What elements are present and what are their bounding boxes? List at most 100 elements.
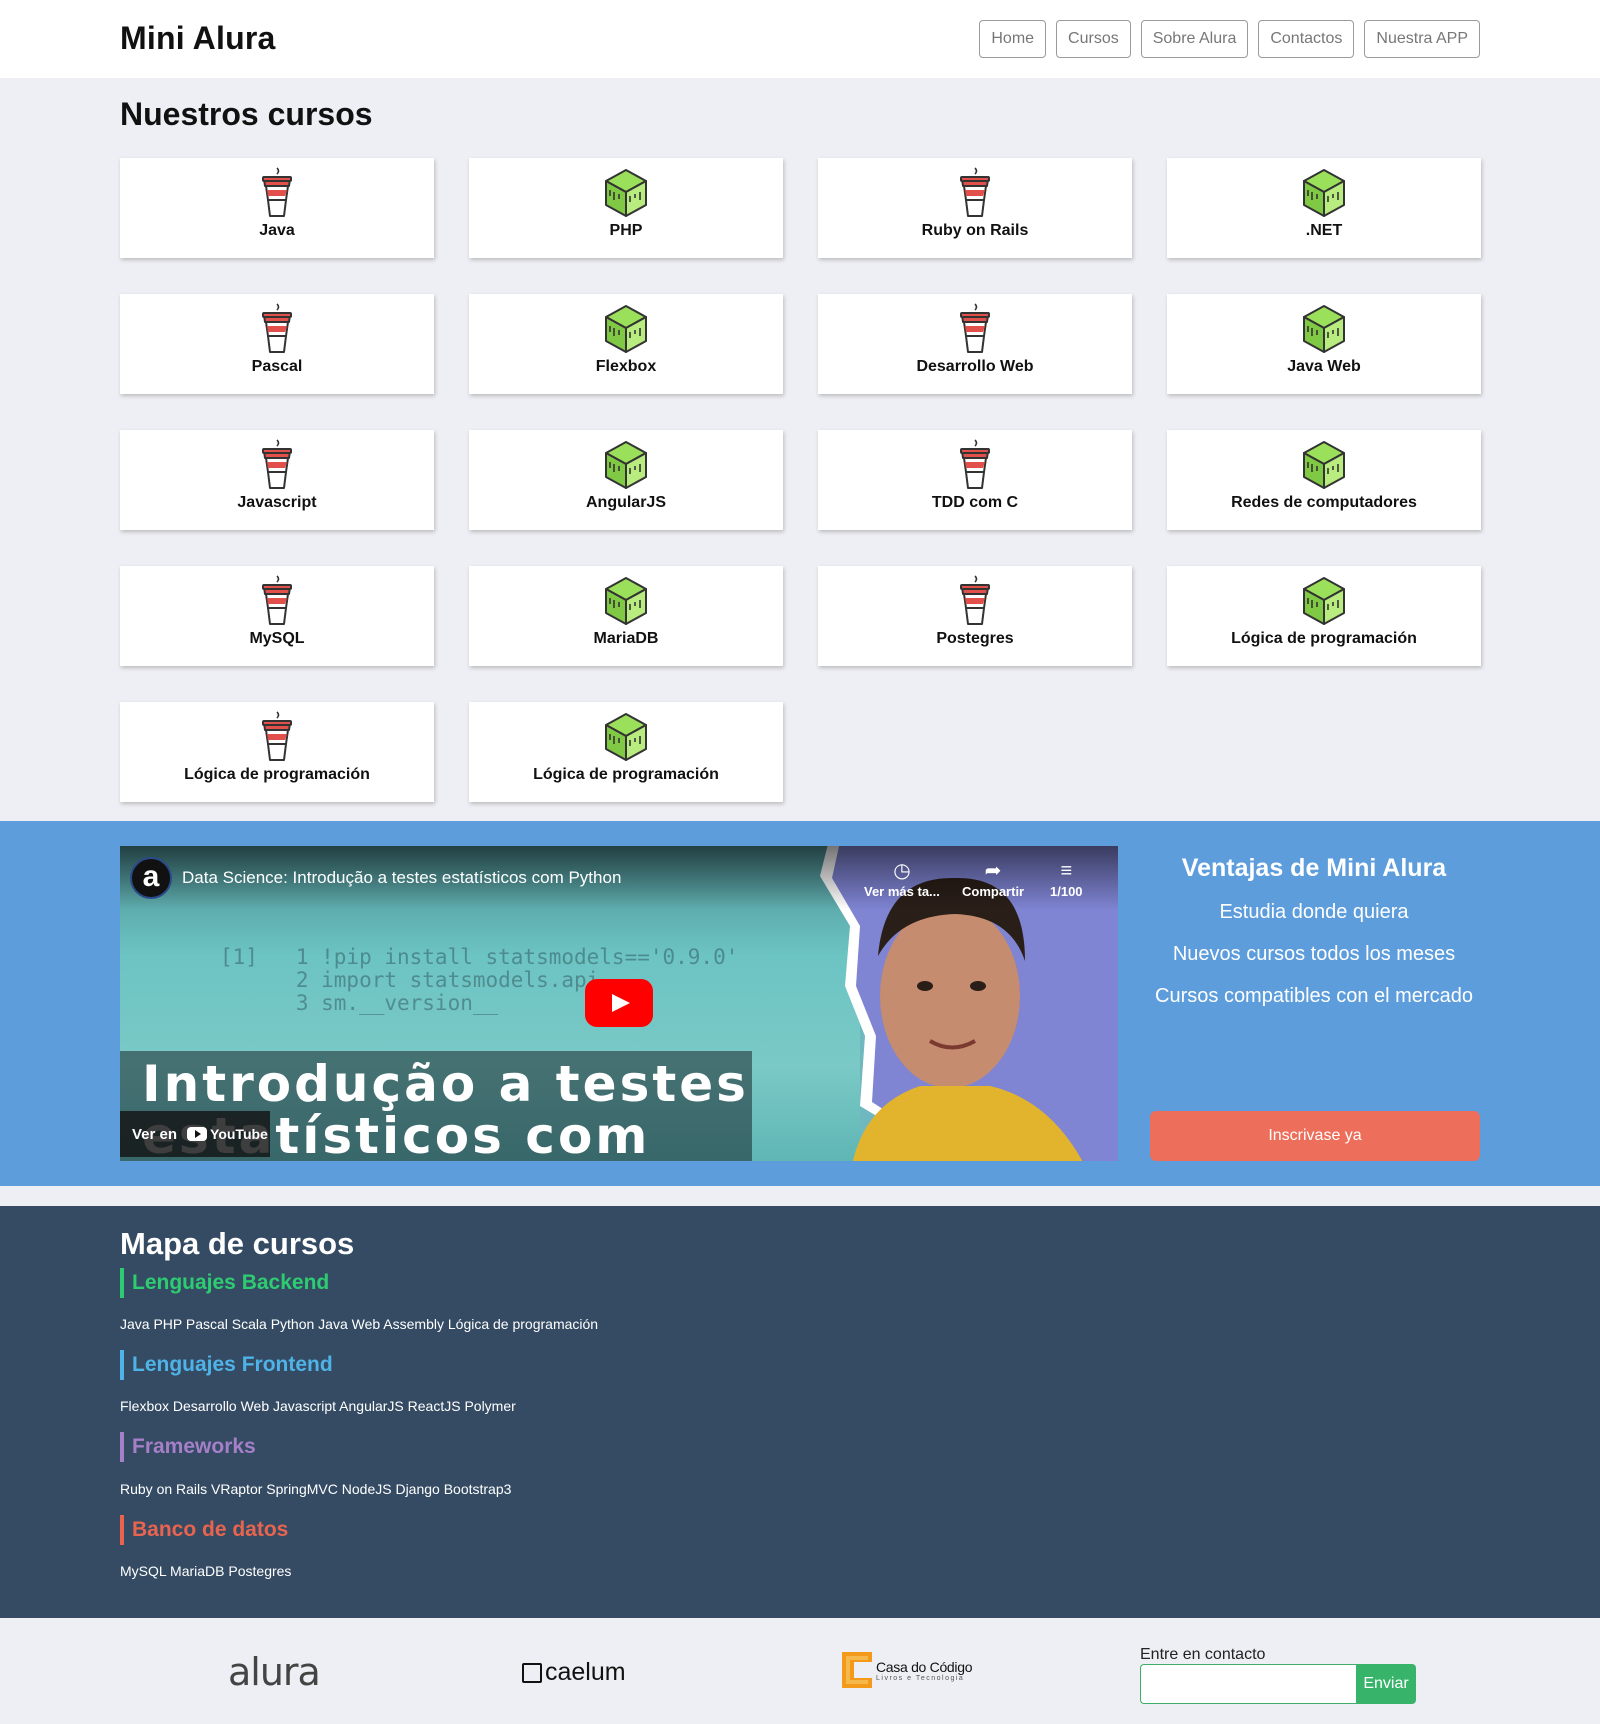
cup-icon bbox=[951, 574, 999, 628]
course-card[interactable]: Java Web bbox=[1167, 294, 1481, 394]
nav-cursos[interactable]: Cursos bbox=[1056, 20, 1131, 58]
map-title: Mapa de cursos bbox=[120, 1226, 355, 1261]
contact-label: Entre en contacto bbox=[1140, 1646, 1266, 1663]
course-card[interactable]: Lógica de programación bbox=[1167, 566, 1481, 666]
course-card[interactable]: Lógica de programación bbox=[120, 702, 434, 802]
course-card-label: TDD com C bbox=[931, 494, 1019, 511]
youtube-logo-icon: YouTube bbox=[187, 1126, 268, 1142]
course-card[interactable]: TDD com C bbox=[818, 430, 1132, 530]
alura-logo[interactable]: alura bbox=[228, 1650, 321, 1694]
course-card[interactable]: MySQL bbox=[120, 566, 434, 666]
playlist-icon: ≡ bbox=[1060, 860, 1073, 882]
course-card[interactable]: Java bbox=[120, 158, 434, 258]
course-card-label: Java bbox=[259, 222, 295, 239]
watch-later-button[interactable]: ◷ Ver más ta... bbox=[864, 860, 940, 899]
course-card-label: Lógica de programación bbox=[184, 766, 370, 783]
play-button[interactable] bbox=[585, 979, 653, 1027]
course-card-label: Redes de computadores bbox=[1231, 494, 1417, 511]
share-icon: ➦ bbox=[984, 860, 1002, 882]
cup-icon bbox=[253, 166, 301, 220]
course-card[interactable]: Desarrollo Web bbox=[818, 294, 1132, 394]
course-card-label: Lógica de programación bbox=[1231, 630, 1417, 647]
category-backend-items: Java PHP Pascal Scala Python Java Web As… bbox=[120, 1316, 599, 1332]
share-button[interactable]: ➦ Compartir bbox=[962, 860, 1024, 899]
course-card-label: AngularJS bbox=[585, 494, 666, 511]
course-card-label: Java Web bbox=[1287, 358, 1361, 375]
cup-icon bbox=[951, 302, 999, 356]
cup-icon bbox=[951, 166, 999, 220]
course-card[interactable]: MariaDB bbox=[469, 566, 783, 666]
course-card[interactable]: AngularJS bbox=[469, 430, 783, 530]
caelum-logo[interactable]: caelum bbox=[522, 1658, 626, 1687]
cube-icon bbox=[602, 710, 650, 764]
cube-icon bbox=[1300, 438, 1348, 492]
category-databases: Banco de datos bbox=[120, 1515, 288, 1545]
channel-avatar[interactable]: a bbox=[130, 857, 172, 899]
cup-icon bbox=[951, 438, 999, 492]
cup-icon bbox=[253, 438, 301, 492]
nav-nuestra-app[interactable]: Nuestra APP bbox=[1364, 20, 1480, 58]
course-card[interactable]: .NET bbox=[1167, 158, 1481, 258]
course-card-label: PHP bbox=[609, 222, 643, 239]
advantage-item: Estudia donde quiera bbox=[1219, 901, 1409, 923]
nav-sobre-alura[interactable]: Sobre Alura bbox=[1140, 20, 1249, 58]
course-card[interactable]: Pascal bbox=[120, 294, 434, 394]
nav-home[interactable]: Home bbox=[979, 20, 1047, 58]
courses-title: Nuestros cursos bbox=[120, 96, 373, 132]
cube-icon bbox=[602, 302, 650, 356]
course-card[interactable]: Javascript bbox=[120, 430, 434, 530]
course-card-label: Ruby on Rails bbox=[921, 222, 1029, 239]
cube-icon bbox=[602, 574, 650, 628]
course-card-label: Lógica de programación bbox=[533, 766, 719, 783]
advantages-panel: Ventajas de Mini Alura Estudia donde qui… bbox=[1148, 846, 1480, 1009]
course-card-label: Postegres bbox=[936, 630, 1014, 647]
cube-icon bbox=[1300, 574, 1348, 628]
casa-do-codigo-logo[interactable]: Casa do Código Livros e Tecnologia bbox=[842, 1652, 973, 1688]
course-card[interactable]: Flexbox bbox=[469, 294, 783, 394]
course-card[interactable]: Lógica de programación bbox=[469, 702, 783, 802]
course-card-label: Pascal bbox=[251, 358, 303, 375]
category-frameworks-items: Ruby on Rails VRaptor SpringMVC NodeJS D… bbox=[120, 1481, 512, 1497]
cube-icon bbox=[602, 438, 650, 492]
nav-contactos[interactable]: Contactos bbox=[1258, 20, 1355, 58]
watch-on-youtube-button[interactable]: Ver en YouTube bbox=[120, 1111, 270, 1157]
course-card-label: MySQL bbox=[249, 630, 305, 647]
advantages-banner: [1] 1 !pip install statsmodels=='0.9.0' … bbox=[0, 821, 1600, 1186]
category-frontend: Lenguajes Frontend bbox=[120, 1350, 333, 1380]
course-card[interactable]: Redes de computadores bbox=[1167, 430, 1481, 530]
video-code-snippet: [1] 1 !pip install statsmodels=='0.9.0' … bbox=[220, 945, 739, 1015]
course-card[interactable]: Ruby on Rails bbox=[818, 158, 1132, 258]
site-logo[interactable]: Mini Alura bbox=[120, 20, 275, 57]
advantage-item: Nuevos cursos todos los meses bbox=[1172, 943, 1456, 965]
video-title[interactable]: Data Science: Introdução a testes estatí… bbox=[182, 868, 621, 888]
playlist-button[interactable]: ≡ 1/100 bbox=[1050, 860, 1083, 899]
site-footer: alura caelum Casa do Código Livros e Tec… bbox=[0, 1618, 1600, 1724]
casa-do-codigo-icon bbox=[842, 1652, 872, 1688]
category-frontend-items: Flexbox Desarrollo Web Javascript Angula… bbox=[120, 1398, 516, 1414]
cube-icon bbox=[1300, 166, 1348, 220]
contact-input[interactable] bbox=[1140, 1664, 1356, 1704]
signup-button[interactable]: Inscrivase ya bbox=[1150, 1111, 1480, 1161]
site-header: Mini Alura Home Cursos Sobre Alura Conta… bbox=[0, 0, 1600, 78]
course-card-label: Desarrollo Web bbox=[916, 358, 1034, 375]
course-card[interactable]: Postegres bbox=[818, 566, 1132, 666]
cube-icon bbox=[1300, 302, 1348, 356]
course-card-label: Flexbox bbox=[595, 358, 657, 375]
course-card-label: Javascript bbox=[237, 494, 317, 511]
course-map: Mapa de cursos Lenguajes Backend Java PH… bbox=[0, 1206, 1600, 1618]
course-card-label: .NET bbox=[1305, 222, 1343, 239]
video-player[interactable]: [1] 1 !pip install statsmodels=='0.9.0' … bbox=[120, 846, 1118, 1161]
caelum-mark-icon bbox=[522, 1662, 542, 1683]
clock-icon: ◷ bbox=[893, 860, 911, 882]
category-databases-items: MySQL MariaDB Postegres bbox=[120, 1563, 292, 1579]
course-grid: Java PHP Ruby on Rails .NET Pascal Flexbox Des… bbox=[120, 158, 1481, 802]
cup-icon bbox=[253, 574, 301, 628]
cup-icon bbox=[253, 302, 301, 356]
category-frameworks: Frameworks bbox=[120, 1432, 256, 1462]
cube-icon bbox=[602, 166, 650, 220]
advantages-title: Ventajas de Mini Alura bbox=[1181, 854, 1447, 882]
send-button[interactable]: Enviar bbox=[1356, 1664, 1416, 1704]
course-card[interactable]: PHP bbox=[469, 158, 783, 258]
advantage-item: Cursos compatibles con el mercado bbox=[1155, 985, 1473, 1007]
cup-icon bbox=[253, 710, 301, 764]
